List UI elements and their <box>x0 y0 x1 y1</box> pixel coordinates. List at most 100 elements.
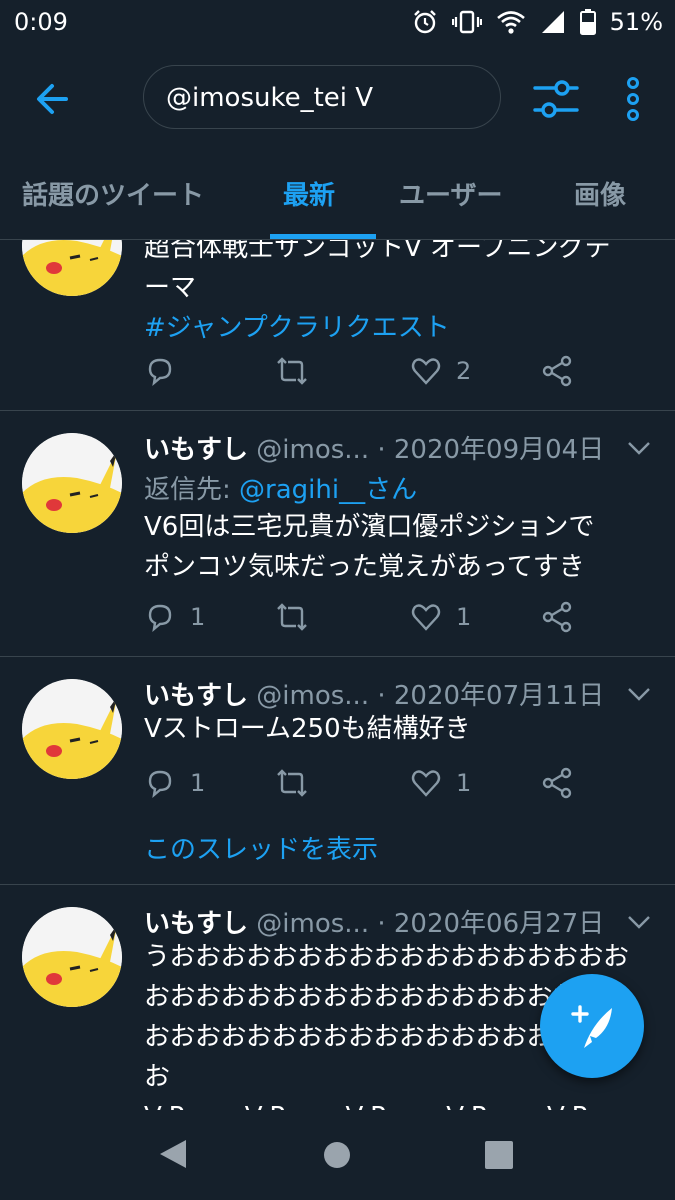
tweet-text-line: 超合体戦士サンゴットV オープニングテ <box>144 240 611 263</box>
search-tabs: 話題のツイート 最新 ユーザー 画像 <box>0 150 675 240</box>
nav-recents-icon[interactable] <box>484 1140 514 1170</box>
search-box[interactable] <box>143 65 501 129</box>
display-name[interactable]: いもすし <box>144 681 248 711</box>
battery-percent: 51% <box>609 8 663 36</box>
tweet-item[interactable]: 超合体戦士サンゴットV オープニングテ ーマ #ジャンプクラリクエスト 2 <box>0 240 675 411</box>
user-handle[interactable]: @imos... <box>256 909 369 939</box>
reply-button[interactable] <box>144 355 176 387</box>
like-button[interactable]: 1 <box>410 601 471 633</box>
alarm-icon <box>413 10 436 34</box>
heart-icon <box>411 358 441 385</box>
tab-people[interactable]: ユーザー <box>399 175 502 212</box>
tweet-item[interactable]: いもすし @imos... · 2020年09月04日 返信先: @ragihi… <box>0 411 675 657</box>
tweet-actions: 1 1 <box>144 601 604 637</box>
share-icon <box>542 601 572 633</box>
reply-button[interactable]: 1 <box>144 601 205 633</box>
nav-back-icon[interactable] <box>158 1138 188 1170</box>
tweet-text-line: V6回は三宅兄貴が濱口優ポジションで <box>144 512 595 542</box>
tweet-date: · 2020年06月27日 <box>377 909 605 939</box>
like-button[interactable]: 2 <box>410 355 471 387</box>
avatar[interactable] <box>22 679 122 779</box>
reply-icon <box>148 604 172 632</box>
tab-latest[interactable]: 最新 <box>283 175 335 212</box>
active-tab-indicator <box>270 234 376 239</box>
tweet-text: 超合体戦士サンゴットV オープニングテ ーマ #ジャンプクラリクエスト <box>144 240 654 348</box>
status-bar: 0:09 51% <box>0 0 675 48</box>
pikachu-avatar-image <box>22 433 122 533</box>
reply-count: 1 <box>190 769 206 797</box>
battery-icon <box>579 9 596 35</box>
avatar[interactable] <box>22 240 122 296</box>
reply-to-user-link[interactable]: @ragihi__さん <box>239 475 417 505</box>
status-time: 0:09 <box>14 8 68 36</box>
tweet-text-line: V-PowerV-PowerV-PowerV-PowerV-Pow <box>144 1097 664 1110</box>
user-handle[interactable]: @imos... <box>256 681 369 711</box>
hashtag-link[interactable]: #ジャンプクラリクエスト <box>144 308 654 348</box>
heart-icon <box>411 604 441 631</box>
retweet-icon <box>277 769 307 797</box>
signal-icon <box>541 11 564 33</box>
share-icon <box>542 355 572 387</box>
tweet-text-line: Vストローム250も結構好き <box>144 714 471 744</box>
tweet-text: V6回は三宅兄貴が濱口優ポジションで ポンコツ気味だった覚えがあってすき <box>144 507 654 587</box>
show-thread-link[interactable]: このスレッドを表示 <box>144 829 378 866</box>
tab-top[interactable]: 話題のツイート <box>22 175 204 212</box>
system-navigation-bar <box>0 1110 675 1200</box>
tweet-text: Vストローム250も結構好き <box>144 709 654 749</box>
share-button[interactable] <box>542 767 574 799</box>
user-handle[interactable]: @imos... <box>256 435 369 465</box>
tweet-date: · 2020年09月04日 <box>377 435 605 465</box>
like-count: 1 <box>456 769 472 797</box>
tweet-actions: 2 <box>144 355 604 391</box>
share-icon <box>542 767 572 799</box>
retweet-icon <box>277 357 307 385</box>
more-options-icon[interactable] <box>618 76 648 122</box>
tweet-header: いもすし @imos... · 2020年09月04日 <box>144 429 604 466</box>
compose-feather-icon <box>571 1005 612 1048</box>
avatar[interactable] <box>22 907 122 1007</box>
search-filter-icon[interactable] <box>533 76 579 122</box>
retweet-icon <box>277 603 307 631</box>
chevron-down-icon[interactable] <box>626 681 652 707</box>
tweet-text-line: うおおおおおおおおおおおおおおおおおお <box>144 942 629 972</box>
pikachu-avatar-image <box>22 679 122 779</box>
reply-button[interactable]: 1 <box>144 767 205 799</box>
chevron-down-icon[interactable] <box>626 435 652 461</box>
reply-count: 1 <box>190 603 206 631</box>
tweet-text-line: ポンコツ気味だった覚えがあってすき <box>144 552 585 582</box>
reply-to-label: 返信先: <box>144 475 231 505</box>
reply-to-line: 返信先: @ragihi__さん <box>144 469 417 506</box>
pikachu-avatar-image <box>22 240 122 296</box>
like-count: 1 <box>456 603 472 631</box>
display-name[interactable]: いもすし <box>144 909 248 939</box>
tweet-header: いもすし @imos... · 2020年07月11日 <box>144 675 604 712</box>
pikachu-avatar-image <box>22 907 122 1007</box>
retweet-button[interactable] <box>274 355 310 387</box>
wifi-icon <box>496 11 525 34</box>
tweet-text-line: ーマ <box>144 273 197 303</box>
avatar[interactable] <box>22 433 122 533</box>
like-button[interactable]: 1 <box>410 767 471 799</box>
vibrate-icon <box>451 10 482 34</box>
chevron-down-icon[interactable] <box>626 909 652 935</box>
like-count: 2 <box>456 357 472 385</box>
heart-icon <box>411 770 441 797</box>
search-input[interactable] <box>164 76 478 120</box>
retweet-button[interactable] <box>274 601 310 633</box>
display-name[interactable]: いもすし <box>144 435 248 465</box>
compose-tweet-button[interactable] <box>540 974 644 1078</box>
reply-icon <box>148 358 172 386</box>
back-arrow-icon[interactable] <box>30 76 76 122</box>
tab-photos[interactable]: 画像 <box>574 175 626 212</box>
share-button[interactable] <box>542 601 574 633</box>
reply-icon <box>148 770 172 798</box>
share-button[interactable] <box>542 355 574 387</box>
tweet-item[interactable]: いもすし @imos... · 2020年07月11日 Vストローム250も結構… <box>0 657 675 885</box>
tweet-actions: 1 1 <box>144 767 604 803</box>
nav-home-icon[interactable] <box>322 1140 352 1170</box>
status-icons: 51% <box>412 8 663 36</box>
search-app-bar <box>0 48 675 150</box>
retweet-button[interactable] <box>274 767 310 799</box>
tweet-header: いもすし @imos... · 2020年06月27日 <box>144 903 604 940</box>
tweet-date: · 2020年07月11日 <box>377 681 605 711</box>
